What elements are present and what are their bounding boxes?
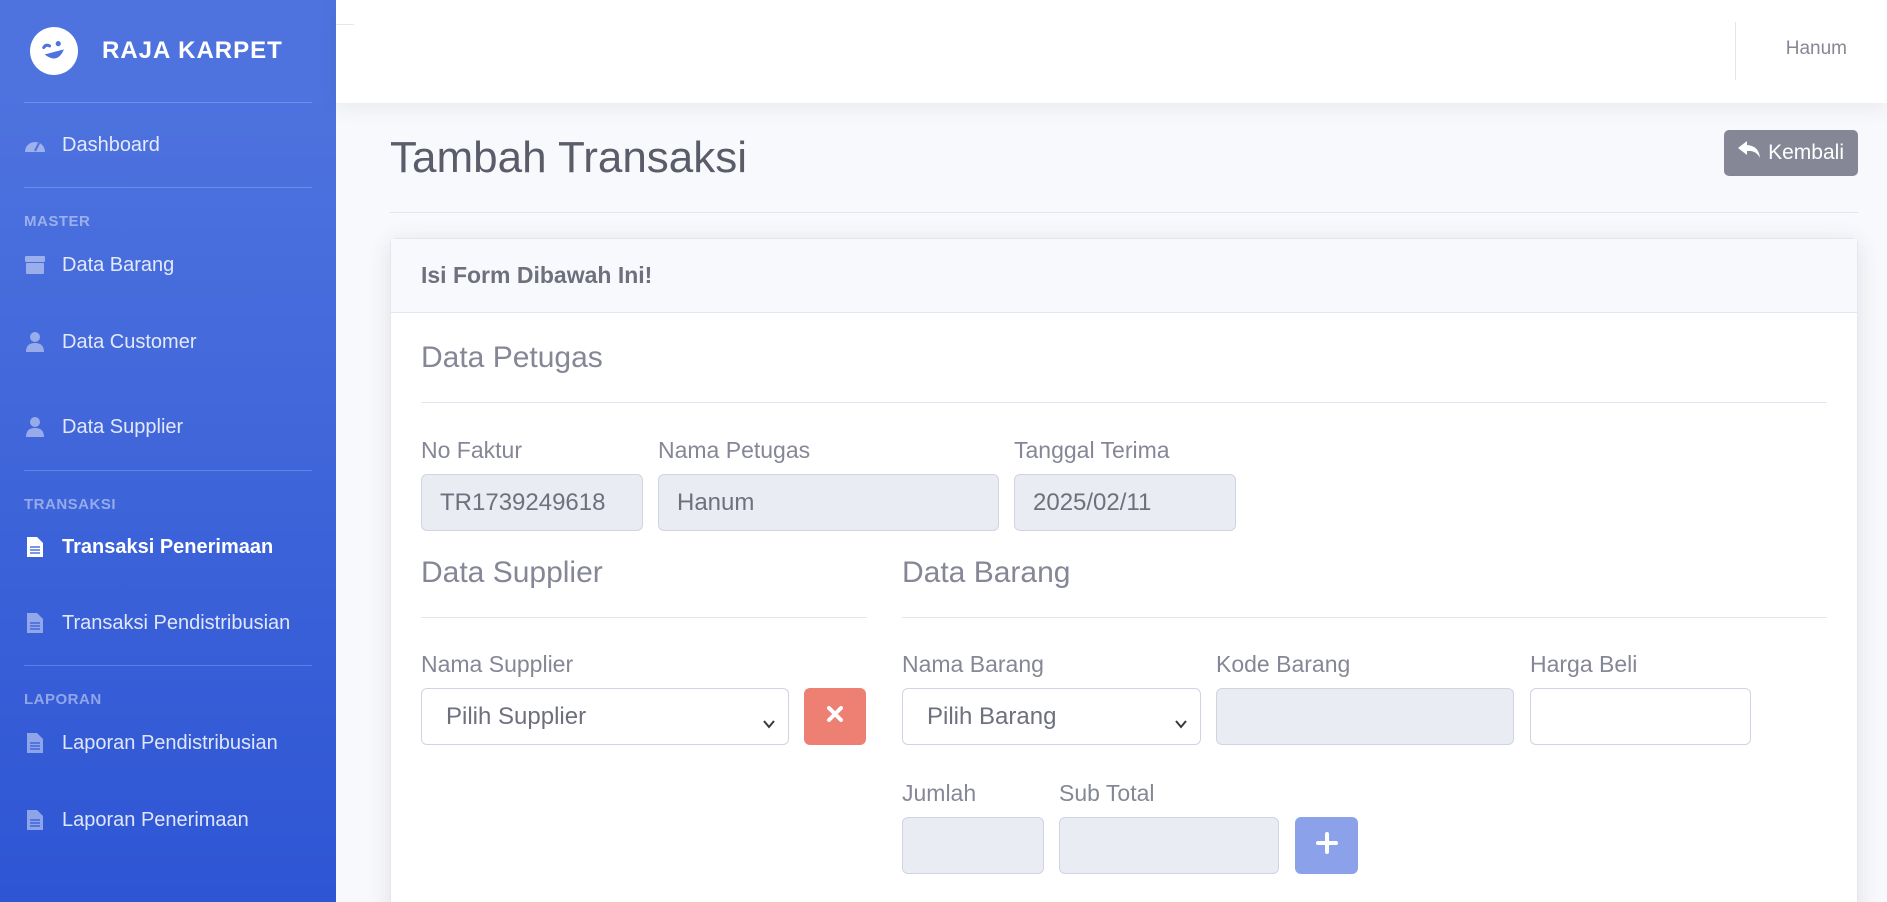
sidebar-heading-laporan: LAPORAN [24,691,102,708]
harga-beli-field[interactable] [1530,688,1751,745]
harga-beli-label: Harga Beli [1530,651,1638,677]
sidebar-item-label: Laporan Penerimaan [62,808,249,831]
add-item-button[interactable] [1295,817,1358,874]
laugh-wink-icon [24,21,84,81]
sidebar-item-label: Transaksi Penerimaan [62,535,274,558]
topbar-divider [336,24,354,25]
no-faktur-field[interactable]: TR1739249618 [421,474,643,531]
tanggal-terima-label: Tanggal Terima [1014,437,1170,463]
section-divider [902,617,1827,618]
sidebar-heading-master: MASTER [24,213,91,230]
nama-petugas-label: Nama Petugas [658,437,811,463]
chevron-down-icon [1174,710,1188,729]
file-alt-icon [24,536,46,558]
sidebar-item-dashboard[interactable]: Dashboard [0,103,336,187]
user-icon [24,416,46,438]
form-card: Isi Form Dibawah Ini! Data Petugas No Fa… [390,238,1858,902]
sidebar-item-label: Dashboard [62,133,160,156]
sub-total-field[interactable] [1059,817,1279,874]
sidebar-item-data-supplier[interactable]: Data Supplier [0,384,336,470]
tanggal-terima-field[interactable]: 2025/02/11 [1014,474,1236,531]
section-title-barang: Data Barang [902,556,1071,589]
section-title-petugas: Data Petugas [421,341,603,374]
file-alt-icon [24,732,46,754]
nama-supplier-label: Nama Supplier [421,651,574,677]
sidebar-item-data-barang[interactable]: Data Barang [0,230,336,300]
back-button[interactable]: Kembali [1724,129,1858,176]
chevron-down-icon [762,710,776,729]
sidebar-item-data-customer[interactable]: Data Customer [0,300,336,384]
user-menu[interactable]: Hanum [1786,38,1847,60]
main-content: Tambah Transaksi Kembali Isi Form Dibawa… [390,103,1858,902]
file-alt-icon [24,612,46,634]
tachometer-icon [24,134,46,156]
plus-icon [1315,832,1338,859]
supplier-select[interactable]: Pilih Supplier [421,688,789,745]
barang-select-value: Pilih Barang [927,702,1057,730]
section-title-supplier: Data Supplier [421,556,603,589]
topbar: Hanum [336,0,1887,103]
sidebar-item-label: Data Customer [62,330,197,353]
sidebar-item-label: Laporan Pendistribusian [62,731,278,754]
nama-petugas-field[interactable]: Hanum [658,474,999,531]
jumlah-label: Jumlah [902,780,977,806]
sidebar-item-laporan-pendistribusian[interactable]: Laporan Pendistribusian [0,708,336,778]
box-icon [24,254,46,276]
page-title: Tambah Transaksi [390,132,748,182]
section-divider [421,617,867,618]
sidebar: RAJA KARPET Dashboard MASTER Data Barang… [0,0,336,902]
file-alt-icon [24,809,46,831]
topbar-divider [1735,22,1736,80]
reply-icon [1738,140,1761,165]
sidebar-item-transaksi-pendistribusian[interactable]: Transaksi Pendistribusian [0,581,336,665]
jumlah-field[interactable] [902,817,1044,874]
barang-select[interactable]: Pilih Barang [902,688,1201,745]
sidebar-item-label: Data Barang [62,253,175,276]
sidebar-item-laporan-penerimaan[interactable]: Laporan Penerimaan [0,778,336,862]
no-faktur-label: No Faktur [421,437,522,463]
back-button-label: Kembali [1768,140,1844,164]
sidebar-item-label: Transaksi Pendistribusian [62,611,291,634]
brand-name: RAJA KARPET [102,37,283,64]
supplier-select-value: Pilih Supplier [446,702,587,730]
kode-barang-field[interactable] [1216,688,1514,745]
clear-supplier-button[interactable] [804,688,866,745]
close-icon [826,705,844,728]
user-icon [24,331,46,353]
nama-barang-label: Nama Barang [902,651,1044,677]
page-header: Tambah Transaksi Kembali [390,103,1858,213]
card-header: Isi Form Dibawah Ini! [391,239,1857,313]
sidebar-heading-transaksi: TRANSAKSI [24,496,117,513]
sub-total-label: Sub Total [1059,780,1155,806]
sidebar-item-label: Data Supplier [62,415,184,438]
section-divider [421,402,1827,403]
sidebar-item-transaksi-penerimaan[interactable]: Transaksi Penerimaan [0,513,336,581]
brand[interactable]: RAJA KARPET [0,0,336,102]
kode-barang-label: Kode Barang [1216,651,1351,677]
